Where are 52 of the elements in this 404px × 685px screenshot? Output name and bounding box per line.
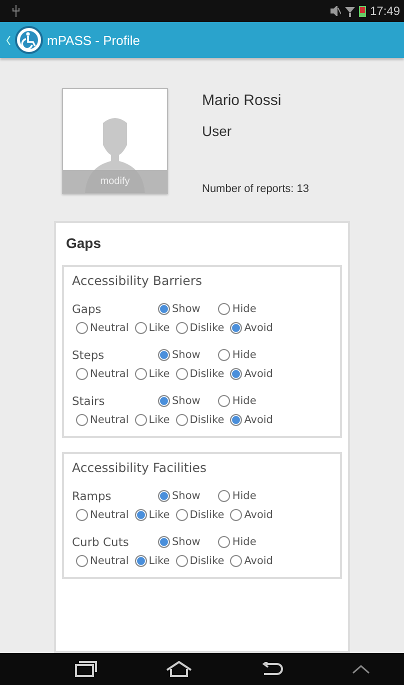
radio-option[interactable]: Avoid <box>230 368 273 380</box>
usb-icon <box>12 5 20 17</box>
radio-option[interactable]: Neutral <box>76 414 129 426</box>
back-icon[interactable] <box>260 662 282 676</box>
report-count: Number of reports: 13 <box>202 183 309 195</box>
radio-option[interactable]: Avoid <box>230 555 273 567</box>
radio-option[interactable]: Dislike <box>176 368 224 380</box>
home-icon[interactable] <box>166 661 192 677</box>
radio-option[interactable]: Neutral <box>76 509 129 521</box>
clock-time: 17:49 <box>370 4 400 18</box>
item-label: Curb Cuts <box>72 535 130 549</box>
recent-apps-icon[interactable] <box>74 661 96 677</box>
radio-option[interactable]: Neutral <box>76 368 129 380</box>
radio-option[interactable]: Hide <box>218 349 256 361</box>
radio-option[interactable]: Show <box>158 303 200 315</box>
section-title: Gaps <box>65 235 102 251</box>
radio-option[interactable]: Neutral <box>76 322 129 334</box>
battery-icon <box>358 5 366 17</box>
radio-option[interactable]: Hide <box>218 303 256 315</box>
radio-option[interactable]: Hide <box>218 536 256 548</box>
category-title: Accessibility Barriers <box>72 273 203 288</box>
item-label: Stairs <box>72 394 106 408</box>
radio-option[interactable]: Like <box>134 509 170 521</box>
radio-option[interactable]: Show <box>158 395 200 407</box>
radio-option[interactable]: Dislike <box>176 322 224 334</box>
radio-option[interactable]: Show <box>158 349 200 361</box>
user-role: User <box>202 123 233 139</box>
user-name: Mario Rossi <box>202 92 282 109</box>
item-label: Gaps <box>72 302 102 316</box>
wifi-icon <box>344 6 355 16</box>
radio-option[interactable]: Dislike <box>176 555 224 567</box>
radio-option[interactable]: Avoid <box>230 322 273 334</box>
radio-option[interactable]: Hide <box>218 395 256 407</box>
radio-option[interactable]: Hide <box>218 490 256 502</box>
radio-option[interactable]: Like <box>134 322 170 334</box>
wheelchair-logo-icon[interactable] <box>15 26 43 54</box>
radio-option[interactable]: Neutral <box>76 555 129 567</box>
radio-option[interactable]: Like <box>134 555 170 567</box>
item-label: Ramps <box>72 489 112 503</box>
radio-option[interactable]: Dislike <box>176 414 224 426</box>
radio-option[interactable]: Like <box>134 368 170 380</box>
radio-option[interactable]: Like <box>134 414 170 426</box>
screen-title: mPASS - Profile <box>47 32 140 48</box>
radio-option[interactable]: Avoid <box>230 414 273 426</box>
item-label: Steps <box>72 348 106 362</box>
radio-option[interactable]: Dislike <box>176 509 224 521</box>
radio-option[interactable]: Show <box>158 490 200 502</box>
radio-option[interactable]: Show <box>158 536 200 548</box>
radio-option[interactable]: Avoid <box>230 509 273 521</box>
mute-icon <box>330 6 341 16</box>
category-title: Accessibility Facilities <box>72 460 208 475</box>
chevron-up-icon[interactable] <box>352 664 370 674</box>
